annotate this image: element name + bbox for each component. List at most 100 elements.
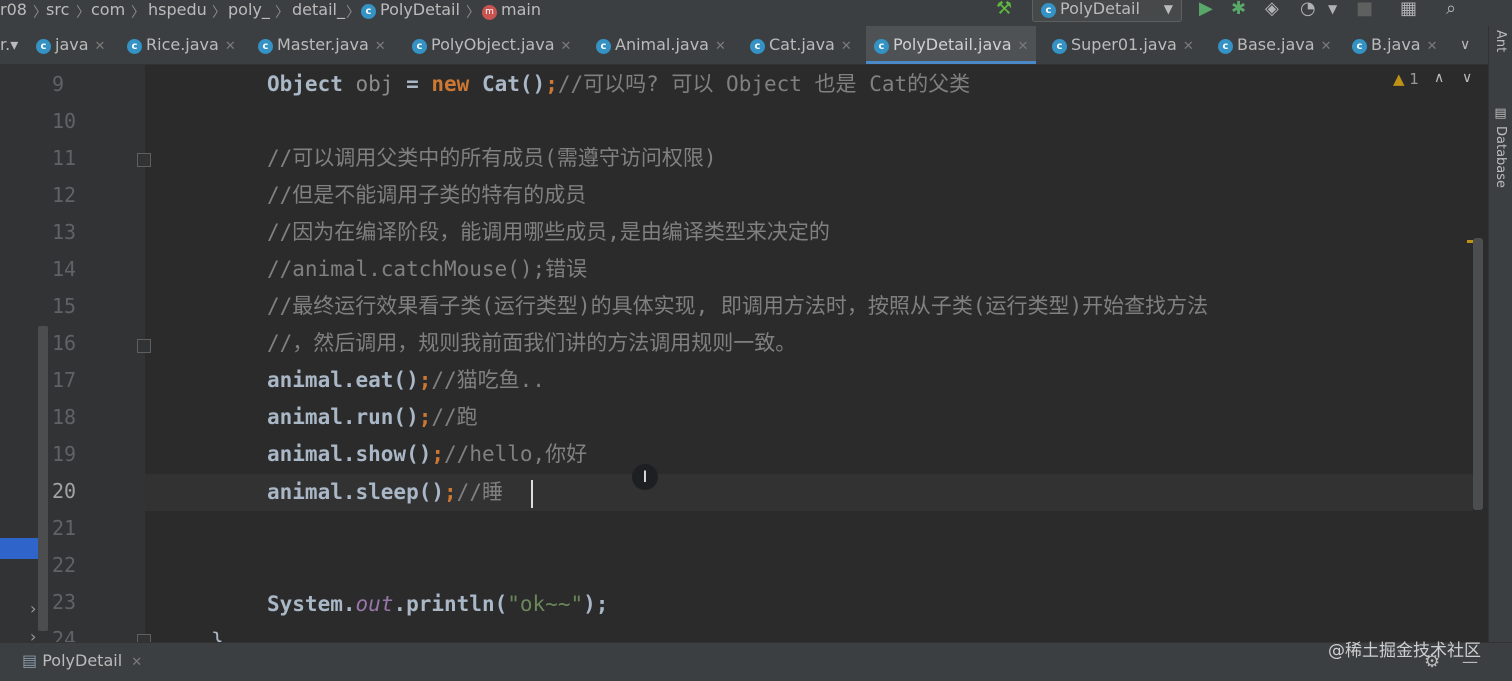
close-icon[interactable]: ✕ [95, 39, 106, 54]
database-icon: ▤ [1493, 106, 1508, 121]
ant-tool-button[interactable]: Ant [1493, 30, 1508, 52]
run-icon[interactable]: ▶ [1199, 0, 1213, 18]
code-line-15: //最终运行效果看子类(运行类型)的具体实现, 即调用方法时，按照从子类(运行类… [267, 294, 1209, 318]
line-number: 21 [52, 516, 77, 540]
tab-label: Rice.java [146, 35, 219, 54]
code-token: Object [267, 72, 356, 96]
current-line-marker [0, 538, 38, 559]
code-token: ; [418, 405, 432, 429]
editor-vertical-scrollbar[interactable] [1473, 238, 1483, 510]
close-icon[interactable]: ✕ [1321, 39, 1332, 54]
hammer-icon[interactable]: ⚒ [996, 0, 1012, 18]
class-icon: c [127, 39, 142, 54]
profile-icon[interactable]: ◔ [1300, 0, 1316, 18]
code-line-12: //但是不能调用子类的特有的成员 [267, 183, 587, 207]
debug-icon[interactable]: ✱ [1231, 0, 1246, 18]
text-cursor-icon: I [632, 464, 658, 490]
breadcrumb-separator: 〉 [212, 5, 226, 21]
tab-master-java[interactable]: c Master.java ✕ [258, 26, 386, 64]
close-icon[interactable]: ✕ [131, 655, 142, 670]
class-icon: c [874, 39, 889, 54]
run-tab[interactable]: ▤ PolyDetail ✕ [22, 651, 142, 670]
breadcrumb-project[interactable]: r08 [0, 0, 27, 24]
line-number: 10 [52, 109, 77, 133]
gutter-scroll-indicator [38, 326, 48, 631]
database-tool-button[interactable]: Database [1493, 126, 1508, 188]
tab-label: Super01.java [1071, 35, 1177, 54]
expand-chevron-icon[interactable]: › [30, 599, 36, 618]
breadcrumb-separator: 〉 [346, 5, 360, 21]
close-icon[interactable]: ✕ [841, 39, 852, 54]
tab-overflow[interactable]: r.▾ [0, 26, 18, 64]
run-configuration-select[interactable]: c PolyDetail ▼ [1032, 0, 1182, 22]
run-config-label: PolyDetail [1060, 0, 1140, 18]
close-icon[interactable]: ✕ [375, 39, 386, 54]
editor-tab-bar: r.▾ c java ✕ c Rice.java ✕ c Master.java ✕ c Po… [0, 26, 1488, 65]
line-number: 22 [52, 553, 77, 577]
breadcrumb-detail[interactable]: detail_ [292, 0, 345, 24]
tab-b-java[interactable]: c B.java ✕ [1352, 26, 1438, 64]
line-number: 23 [52, 590, 77, 614]
tab-super01-java[interactable]: c Super01.java ✕ [1052, 26, 1194, 64]
tab-label: PolyDetail.java [893, 35, 1012, 54]
code-token: new [431, 72, 482, 96]
class-icon: c [258, 39, 273, 54]
breadcrumb-poly[interactable]: poly_ [228, 0, 270, 24]
breadcrumb-method[interactable]: m main [482, 0, 541, 24]
next-highlight-icon[interactable]: ∨ [1462, 70, 1472, 86]
close-icon[interactable]: ✕ [1183, 39, 1194, 54]
class-icon: c [1052, 39, 1067, 54]
close-icon[interactable]: ✕ [561, 39, 572, 54]
class-icon: c [750, 39, 765, 54]
tab-java[interactable]: c java ✕ [36, 26, 105, 64]
previous-highlight-icon[interactable]: ∧ [1434, 70, 1444, 86]
breadcrumb-hspedu[interactable]: hspedu [148, 0, 207, 24]
close-icon[interactable]: ✕ [1018, 39, 1029, 54]
tab-base-java[interactable]: c Base.java ✕ [1218, 26, 1331, 64]
line-number: 14 [52, 257, 77, 281]
tab-label: Base.java [1237, 35, 1315, 54]
tab-polyobject-java[interactable]: c PolyObject.java ✕ [412, 26, 571, 64]
search-icon[interactable]: ⌕ [1446, 0, 1456, 18]
class-icon: c [1041, 3, 1056, 18]
tab-rice-java[interactable]: c Rice.java ✕ [127, 26, 236, 64]
tab-label: r.▾ [0, 35, 19, 54]
class-icon: c [361, 4, 376, 19]
code-line-24: } [211, 629, 224, 642]
inspection-warning[interactable]: ▲ 1 [1393, 70, 1419, 88]
close-icon[interactable]: ✕ [1427, 39, 1438, 54]
close-icon[interactable]: ✕ [225, 39, 236, 54]
code-line-14: //animal.catchMouse();错误 [267, 257, 588, 281]
code-token: ; [418, 368, 432, 392]
code-token: ; [545, 72, 558, 96]
tab-list-chevron-icon[interactable]: ∨ [1460, 26, 1470, 64]
stop-icon[interactable]: ■ [1356, 0, 1373, 18]
tab-animal-java[interactable]: c Animal.java ✕ [596, 26, 726, 64]
code-token: System. [267, 592, 356, 616]
line-number: 11 [52, 146, 77, 170]
code-token: obj [355, 72, 394, 96]
code-line-13: //因为在编译阶段，能调用哪些成员,是由编译类型来决定的 [267, 220, 830, 244]
breadcrumb-separator: 〉 [275, 5, 289, 21]
navigation-bar: r08 〉 src 〉 com 〉 hspedu 〉 poly_ 〉 detai… [0, 0, 1512, 26]
line-number-current: 20 [52, 479, 77, 503]
code-token: ; [444, 480, 457, 504]
tab-cat-java[interactable]: c Cat.java ✕ [750, 26, 852, 64]
breadcrumb-class[interactable]: c PolyDetail [361, 0, 460, 24]
code-editor[interactable]: Object obj = new Cat();//可以吗? 可以 Object … [145, 64, 1473, 642]
close-icon[interactable]: ✕ [715, 39, 726, 54]
breadcrumb-com[interactable]: com [91, 0, 125, 24]
breadcrumb-src[interactable]: src [46, 0, 69, 24]
bottom-tool-bar: ▤ PolyDetail ✕ ⚙ — [0, 642, 1512, 681]
line-number: 19 [52, 442, 77, 466]
tab-polydetail-java[interactable]: c PolyDetail.java ✕ [866, 26, 1037, 64]
chevron-down-icon[interactable]: ▼ [1328, 0, 1337, 18]
run-tab-label: PolyDetail [42, 651, 123, 670]
coverage-icon[interactable]: ◈ [1265, 0, 1279, 18]
class-icon: c [412, 39, 427, 54]
project-structure-icon[interactable]: ▦ [1400, 0, 1417, 18]
code-comment: //跑 [431, 405, 478, 429]
tab-label: java [55, 35, 89, 54]
line-number: 17 [52, 368, 77, 392]
watermark: @稀土掘金技术社区 [1328, 641, 1481, 661]
